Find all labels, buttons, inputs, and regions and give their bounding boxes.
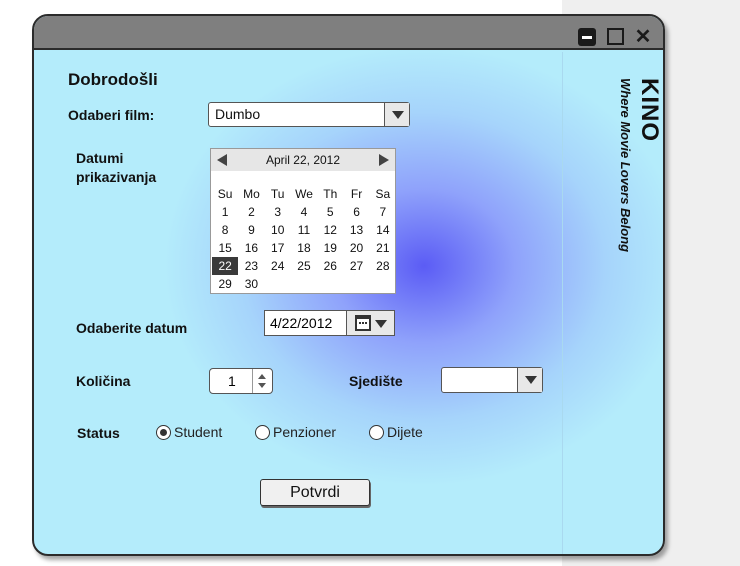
- film-dropdown[interactable]: Dumbo: [208, 102, 410, 127]
- calendar-day[interactable]: 12: [317, 221, 343, 239]
- film-label: Odaberi film:: [68, 107, 155, 123]
- calendar-day[interactable]: 18: [291, 239, 317, 257]
- calendar-day[interactable]: 26: [317, 257, 343, 275]
- chevron-down-icon[interactable]: [517, 368, 542, 392]
- calendar-weekday: Su: [217, 187, 233, 201]
- calendar-day[interactable]: 1: [212, 203, 238, 221]
- calendar-day[interactable]: 24: [265, 257, 291, 275]
- calendar-grid: Su Mo Tu We Th Fr Sa 1 2 3 4 5 6 7 8 9 10 11 12 13 14 15 16 17 1…: [212, 185, 396, 293]
- calendar-day[interactable]: 4: [291, 203, 317, 221]
- calendar-day[interactable]: 5: [317, 203, 343, 221]
- calendar-weekday: We: [295, 187, 313, 201]
- calendar-day[interactable]: 10: [265, 221, 291, 239]
- next-month-icon[interactable]: [379, 154, 389, 166]
- radio-button[interactable]: [369, 425, 384, 440]
- calendar-day[interactable]: 21: [370, 239, 396, 257]
- calendar-day[interactable]: 14: [370, 221, 396, 239]
- calendar-day[interactable]: 3: [265, 203, 291, 221]
- status-label: Status: [77, 425, 120, 441]
- stepper-buttons: [252, 369, 272, 393]
- calendar-weekday: Th: [323, 187, 338, 201]
- calendar-day[interactable]: 11: [291, 221, 317, 239]
- calendar-week-row: 22 23 24 25 26 27 28: [212, 257, 396, 275]
- page-heading: Dobrodošli: [68, 70, 158, 89]
- choose-date-label: Odaberite datum: [76, 320, 188, 336]
- radio-label: Dijete: [387, 424, 423, 440]
- calendar-week-row: 8 9 10 11 12 13 14: [212, 221, 396, 239]
- radio-button[interactable]: [255, 425, 270, 440]
- calendar-day[interactable]: 17: [265, 239, 291, 257]
- brand-title: KINO: [636, 78, 663, 142]
- submit-button[interactable]: Potvrdi: [260, 479, 370, 506]
- dates-label-line1: Datumi: [76, 150, 124, 166]
- brand-tagline: Where Movie Lovers Belong: [618, 78, 633, 253]
- date-field[interactable]: 4/22/2012: [264, 310, 395, 336]
- calendar-day[interactable]: 2: [238, 203, 264, 221]
- calendar-day[interactable]: 6: [343, 203, 369, 221]
- date-field-value: 4/22/2012: [270, 315, 333, 331]
- stepper-down-icon[interactable]: [258, 383, 266, 388]
- calendar-day[interactable]: 7: [370, 203, 396, 221]
- calendar-weekday-row: Su Mo Tu We Th Fr Sa: [212, 185, 396, 203]
- calendar-day[interactable]: 23: [238, 257, 264, 275]
- calendar-day[interactable]: 19: [317, 239, 343, 257]
- calendar-day[interactable]: 20: [343, 239, 369, 257]
- calendar-weekday: Mo: [243, 187, 260, 201]
- calendar-day[interactable]: 30: [238, 275, 264, 293]
- calendar-day: [265, 275, 291, 293]
- calendar-day[interactable]: 25: [291, 257, 317, 275]
- calendar-weekday: Tu: [270, 187, 285, 201]
- calendar-header: April 22, 2012: [211, 149, 395, 171]
- calendar-day[interactable]: 29: [212, 275, 238, 293]
- calendar-day[interactable]: 15: [212, 239, 238, 257]
- close-icon[interactable]: ✕: [634, 27, 652, 47]
- calendar-day[interactable]: 13: [343, 221, 369, 239]
- radio-label: Student: [174, 424, 223, 440]
- calendar-day: [291, 275, 317, 293]
- calendar-day[interactable]: 27: [343, 257, 369, 275]
- chevron-down-icon: [375, 320, 387, 328]
- chevron-down-icon[interactable]: [384, 103, 409, 126]
- seat-label: Sjedište: [349, 373, 403, 389]
- title-bar: ✕: [34, 16, 663, 50]
- app-window: ✕ KINO Where Movie Lovers Belong Dobrodo…: [32, 14, 665, 556]
- calendar-day[interactable]: 8: [212, 221, 238, 239]
- radio-button[interactable]: [156, 425, 171, 440]
- radio-label: Penzioner: [273, 424, 337, 440]
- minimize-icon[interactable]: [578, 28, 596, 46]
- calendar-day: [343, 275, 369, 293]
- calendar-day[interactable]: 9: [238, 221, 264, 239]
- maximize-icon[interactable]: [607, 28, 624, 45]
- quantity-value: 1: [228, 373, 236, 389]
- film-dropdown-value: Dumbo: [215, 106, 261, 122]
- date-picker-button[interactable]: [346, 311, 394, 335]
- calendar-weekday: Sa: [375, 187, 391, 201]
- calendar-week-row: 15 16 17 18 19 20 21: [212, 239, 396, 257]
- stepper-up-icon[interactable]: [258, 374, 266, 379]
- calendar-month-label: April 22, 2012: [265, 153, 341, 167]
- calendar-weekday: Fr: [350, 187, 363, 201]
- dates-label-line2: prikazivanja: [76, 169, 157, 185]
- calendar-day[interactable]: 28: [370, 257, 396, 275]
- brand-panel: KINO Where Movie Lovers Belong: [562, 52, 663, 554]
- seat-dropdown[interactable]: [441, 367, 543, 393]
- calendar-day: [317, 275, 343, 293]
- calendar-day[interactable]: 16: [238, 239, 264, 257]
- quantity-label: Količina: [76, 373, 131, 389]
- calendar-week-row: 1234567: [212, 203, 396, 221]
- quantity-stepper[interactable]: 1: [209, 368, 273, 394]
- calendar-week-row: 29 30: [212, 275, 396, 293]
- prev-month-icon[interactable]: [217, 154, 227, 166]
- calendar-widget[interactable]: April 22, 2012 Su Mo Tu We Th Fr Sa 1 2 3 4 5 6 7 8 9 10…: [210, 148, 396, 294]
- calendar-day[interactable]: 22: [212, 257, 239, 275]
- calendar-icon: [355, 315, 371, 331]
- calendar-day: [370, 275, 396, 293]
